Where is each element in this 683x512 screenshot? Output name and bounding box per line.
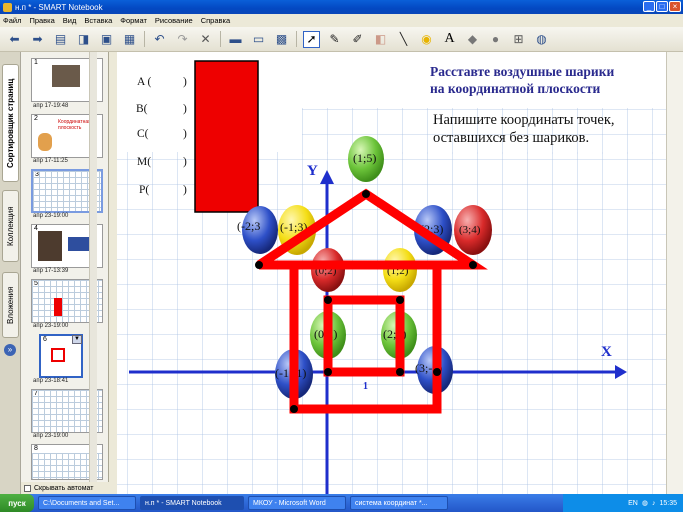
tab-attachments[interactable]: Вложения (2, 272, 19, 338)
language-indicator[interactable]: EN (628, 500, 638, 507)
properties-icon[interactable]: ● (487, 31, 504, 48)
full-screen-icon[interactable]: ▭ (250, 31, 267, 48)
whiteboard-canvas[interactable]: X Y 1 Расставте воздушные шарики на коор… (117, 52, 666, 494)
menu-file[interactable]: Файл (3, 16, 21, 25)
answer-cover-rect[interactable] (194, 60, 259, 213)
menu-insert[interactable]: Вставка (84, 16, 112, 25)
task-system[interactable]: система координат *... (350, 496, 448, 510)
heading-line-2: на координатной плоскости (430, 81, 601, 96)
clock[interactable]: 15:35 (659, 500, 677, 507)
canvas-scrollbar[interactable] (666, 52, 683, 494)
thumbnail-caption: апр 17-11:25 (33, 158, 68, 164)
delete-icon[interactable]: ✕ (197, 31, 214, 48)
balloon-3-4[interactable]: (3;4) (454, 205, 492, 255)
thumbnail-caption: апр 23-18:41 (33, 378, 69, 384)
tab-gallery[interactable]: Коллекция (2, 190, 19, 262)
menu-draw[interactable]: Рисование (155, 16, 193, 25)
save-icon[interactable]: ▣ (98, 31, 115, 48)
thumbnail-caption: апр 17-19:48 (33, 103, 69, 109)
point-c-close: ) (183, 128, 187, 140)
balloon-1-5[interactable]: (1;5) (348, 136, 384, 182)
tab-page-sorter[interactable]: Сортировщик страниц (2, 64, 19, 182)
app-icon (3, 2, 12, 12)
forward-icon[interactable]: ➡ (29, 31, 46, 48)
y-axis-label: Y (307, 163, 318, 179)
unit-label: 1 (363, 381, 368, 392)
volume-icon[interactable]: ♪ (652, 500, 656, 507)
system-tray: EN ◍ ♪ 15:35 (563, 494, 683, 512)
point-c-label: C( (137, 128, 149, 140)
balloon-1-2[interactable]: (1;2) (383, 248, 417, 292)
point-m-label: M( (137, 156, 151, 168)
sorter-scrollbar[interactable] (89, 52, 97, 494)
tray-icon[interactable]: ◍ (642, 499, 648, 507)
task-word[interactable]: МКОУ - Microsoft Word (248, 496, 346, 510)
back-icon[interactable]: ⬅ (6, 31, 23, 48)
undo-icon[interactable]: ↶ (151, 31, 168, 48)
thumbnail-caption: апр 23-19:00 (33, 433, 69, 439)
task-explorer[interactable]: C:\Documents and Set... (38, 496, 136, 510)
thumbnail-caption: апр 17-13:39 (33, 268, 69, 274)
svg-text:(-2;3: (-2;3 (237, 219, 260, 233)
fill-icon[interactable]: ◉ (418, 31, 435, 48)
point-b-label: B( (136, 103, 148, 115)
point-a-label: A ( (137, 76, 152, 88)
taskbar: пуск C:\Documents and Set... н.п * - SMA… (0, 494, 683, 512)
instruction-line-2: оставшихся без шариков. (433, 130, 589, 146)
menu-format[interactable]: Формат (120, 16, 147, 25)
point-p-close: ) (183, 184, 187, 196)
menu-help[interactable]: Справка (201, 16, 230, 25)
collapse-icon[interactable]: » (4, 344, 16, 356)
svg-text:(3;4): (3;4) (459, 224, 481, 236)
menu-view[interactable]: Вид (63, 16, 77, 25)
window-title: н.п * - SMART Notebook (15, 2, 103, 12)
point-b-close: ) (183, 103, 187, 115)
autohide-option[interactable]: Скрывать автомат (21, 482, 109, 494)
eraser-icon[interactable]: ◧ (372, 31, 389, 48)
menu-edit[interactable]: Правка (29, 16, 54, 25)
screen-shade-icon[interactable]: ▬ (227, 31, 244, 48)
maximize-button[interactable]: □ (656, 1, 668, 12)
thumbnail-caption: апр 23-19:00 (33, 213, 69, 219)
text-icon[interactable]: A (441, 31, 458, 48)
point-m-close: ) (183, 156, 187, 168)
svg-text:(1;5): (1;5) (353, 151, 376, 165)
heading-line-1: Расставте воздушные шарики (430, 64, 614, 79)
table-icon[interactable]: ▩ (273, 31, 290, 48)
highlighter-icon[interactable]: ✐ (349, 31, 366, 48)
redo-icon[interactable]: ↷ (174, 31, 191, 48)
toolbar: ⬅ ➡ ▤ ◨ ▣ ▦ ↶ ↷ ✕ ▬ ▭ ▩ ➚ ✎ ✐ ◧ ╲ ◉ A ◆ … (0, 27, 683, 52)
start-button[interactable]: пуск (0, 494, 34, 512)
select-icon[interactable]: ➚ (303, 30, 320, 48)
add-page-icon[interactable]: ▤ (52, 31, 69, 48)
point-p-label: P( (139, 184, 149, 196)
move-toolbar-icon[interactable]: ⊞ (510, 31, 527, 48)
chevron-down-icon[interactable]: ▼ (72, 335, 82, 344)
line-icon[interactable]: ╲ (395, 31, 412, 48)
thumbnail-6[interactable]: 6 ▼ (39, 334, 83, 378)
shape-icon[interactable]: ◆ (464, 31, 481, 48)
x-axis-label: X (601, 344, 612, 360)
autohide-checkbox[interactable] (24, 484, 31, 492)
help-icon[interactable]: ◍ (533, 31, 550, 48)
sidebar-tabs: Сортировщик страниц Коллекция Вложения » (0, 52, 21, 494)
paste-icon[interactable]: ▦ (121, 31, 138, 48)
thumbnail-caption: апр 23-19:00 (33, 323, 69, 329)
task-smart-notebook[interactable]: н.п * - SMART Notebook (140, 496, 244, 510)
open-icon[interactable]: ◨ (75, 31, 92, 48)
balloon-0-2[interactable]: (0;2) (311, 248, 345, 292)
menu-bar: Файл Правка Вид Вставка Формат Рисование… (0, 14, 683, 27)
title-bar: н.п * - SMART Notebook _ □ × (0, 0, 683, 14)
instruction-line-1: Напишите координаты точек, (433, 112, 615, 128)
pen-icon[interactable]: ✎ (326, 31, 343, 48)
close-button[interactable]: × (669, 1, 681, 12)
minimize-button[interactable]: _ (643, 1, 655, 12)
point-a-close: ) (183, 76, 187, 88)
